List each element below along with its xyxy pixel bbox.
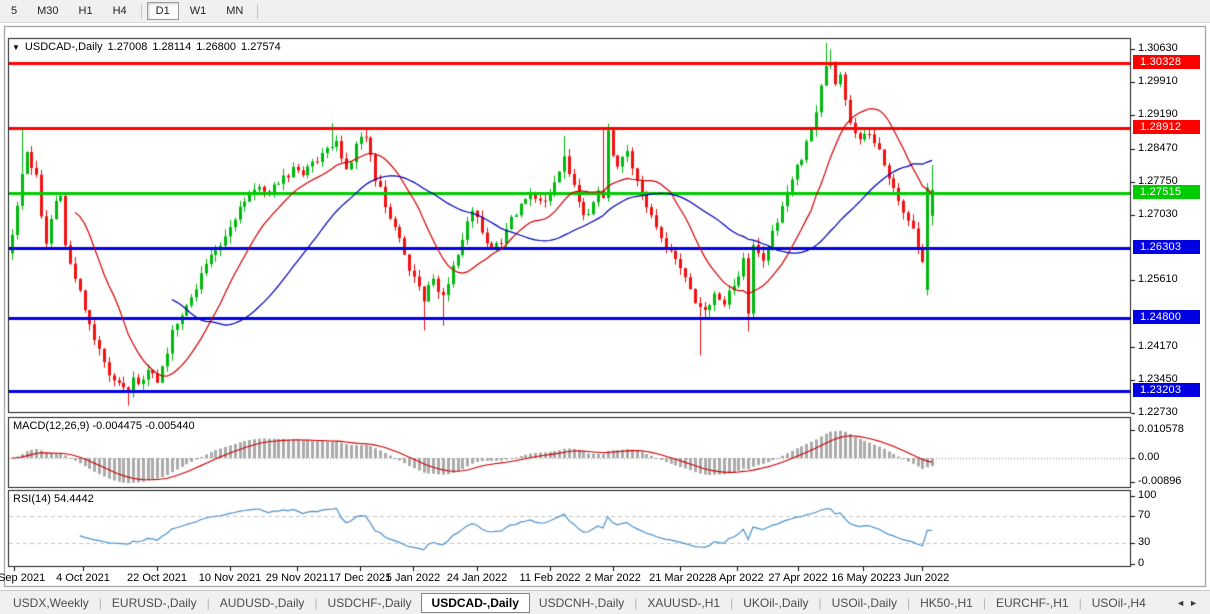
rsi-indicator-label: RSI(14) 54.4442 xyxy=(13,493,94,505)
tab-usoil-h4[interactable]: USOil-,H4 xyxy=(1083,593,1155,613)
ohlc-open: 1.27008 xyxy=(108,41,148,53)
rsi-axis-tick: 0 xyxy=(1138,557,1144,569)
date-axis-tick: 2 Mar 2022 xyxy=(585,572,641,584)
rsi-axis-tick: 30 xyxy=(1138,536,1150,548)
price-axis-tick: 1.28470 xyxy=(1138,142,1178,154)
tab-scroll-right-icon[interactable]: ► xyxy=(1189,598,1202,608)
date-axis-tick: 10 Nov 2021 xyxy=(199,572,261,584)
rsi-axis-tick: 70 xyxy=(1138,509,1150,521)
timeframe-button-mn[interactable]: MN xyxy=(217,2,252,20)
price-line-badge: 1.24800 xyxy=(1133,310,1200,324)
price-line-badge: 1.27515 xyxy=(1133,185,1200,199)
timeframe-button-w1[interactable]: W1 xyxy=(181,2,216,20)
macd-axis-tick: -0.00896 xyxy=(1138,475,1181,487)
tab-eurchf-h1[interactable]: EURCHF-,H1 xyxy=(987,593,1078,613)
date-axis-tick: 27 Apr 2022 xyxy=(768,572,827,584)
date-axis-tick: 5 Jan 2022 xyxy=(386,572,440,584)
date-axis-tick: 22 Oct 2021 xyxy=(127,572,187,584)
price-line-badge: 1.28912 xyxy=(1133,120,1200,134)
chart-symbol-label: USDCAD-,Daily xyxy=(25,41,103,53)
date-axis-tick: 17 Dec 2021 xyxy=(329,572,391,584)
tab-usdx-weekly[interactable]: USDX,Weekly xyxy=(4,593,98,613)
price-axis-tick: 1.22730 xyxy=(1138,406,1178,418)
tab-usdchf-daily[interactable]: USDCHF-,Daily xyxy=(319,593,421,613)
date-axis-tick: 15 Sep 2021 xyxy=(0,572,45,584)
chart-menu-icon[interactable]: ▼ xyxy=(12,43,20,52)
date-axis-tick: 4 Oct 2021 xyxy=(56,572,110,584)
chart-tabs-bar: USDX,Weekly|EURUSD-,Daily|AUDUSD-,Daily|… xyxy=(0,590,1210,614)
date-axis-tick: 24 Jan 2022 xyxy=(447,572,508,584)
tab-scroll-left-icon[interactable]: ◄ xyxy=(1176,598,1189,608)
ohlc-close: 1.27574 xyxy=(241,41,281,53)
toolbar-separator xyxy=(257,4,258,19)
tab-usdcnh-daily[interactable]: USDCNH-,Daily xyxy=(530,593,633,613)
timeframe-button-d1[interactable]: D1 xyxy=(147,2,179,20)
tab-xauusd-h1[interactable]: XAUUSD-,H1 xyxy=(638,593,729,613)
price-axis-tick: 1.29910 xyxy=(1138,75,1178,87)
timeframe-button-h1[interactable]: H1 xyxy=(70,2,102,20)
price-line-badge: 1.30328 xyxy=(1133,55,1200,69)
macd-axis-tick: 0.00 xyxy=(1138,451,1159,463)
tab-usoil-daily[interactable]: USOil-,Daily xyxy=(823,593,906,613)
price-axis-tick: 1.30630 xyxy=(1138,42,1178,54)
price-axis-tick: 1.29190 xyxy=(1138,108,1178,120)
macd-axis-tick: 0.010578 xyxy=(1138,423,1184,435)
macd-indicator-label: MACD(12,26,9) -0.004475 -0.005440 xyxy=(13,420,195,432)
date-axis-tick: 8 Apr 2022 xyxy=(710,572,763,584)
tab-audusd-daily[interactable]: AUDUSD-,Daily xyxy=(211,593,314,613)
price-axis-tick: 1.24170 xyxy=(1138,340,1178,352)
date-axis-tick: 29 Nov 2021 xyxy=(266,572,328,584)
timeframe-toolbar: 5M30H1H4 D1W1MN xyxy=(0,0,1210,23)
chart-title: ▼ USDCAD-,Daily 1.27008 1.28114 1.26800 … xyxy=(12,41,281,53)
tab-eurusd-daily[interactable]: EURUSD-,Daily xyxy=(103,593,206,613)
timeframe-button-h4[interactable]: H4 xyxy=(104,2,136,20)
tab-scroll-arrows: ◄► xyxy=(1176,598,1210,608)
date-axis-tick: 11 Feb 2022 xyxy=(520,572,581,584)
rsi-axis-tick: 100 xyxy=(1138,489,1156,501)
chart-canvas[interactable] xyxy=(0,0,1210,614)
tab-ukoil-daily[interactable]: UKOil-,Daily xyxy=(734,593,817,613)
timeframe-button-5[interactable]: 5 xyxy=(2,2,26,20)
timeframe-button-m30[interactable]: M30 xyxy=(28,2,67,20)
price-axis-tick: 1.25610 xyxy=(1138,273,1178,285)
toolbar-separator xyxy=(141,4,142,19)
price-line-badge: 1.23203 xyxy=(1133,383,1200,397)
ohlc-high: 1.28114 xyxy=(152,41,191,53)
ohlc-low: 1.26800 xyxy=(196,41,236,53)
price-line-badge: 1.26303 xyxy=(1133,240,1200,254)
price-axis-tick: 1.27030 xyxy=(1138,208,1178,220)
tab-hk50-h1[interactable]: HK50-,H1 xyxy=(911,593,982,613)
date-axis-tick: 3 Jun 2022 xyxy=(895,572,949,584)
date-axis-tick: 21 Mar 2022 xyxy=(649,572,711,584)
tab-usdcad-daily[interactable]: USDCAD-,Daily xyxy=(421,593,530,613)
date-axis-tick: 16 May 2022 xyxy=(831,572,895,584)
